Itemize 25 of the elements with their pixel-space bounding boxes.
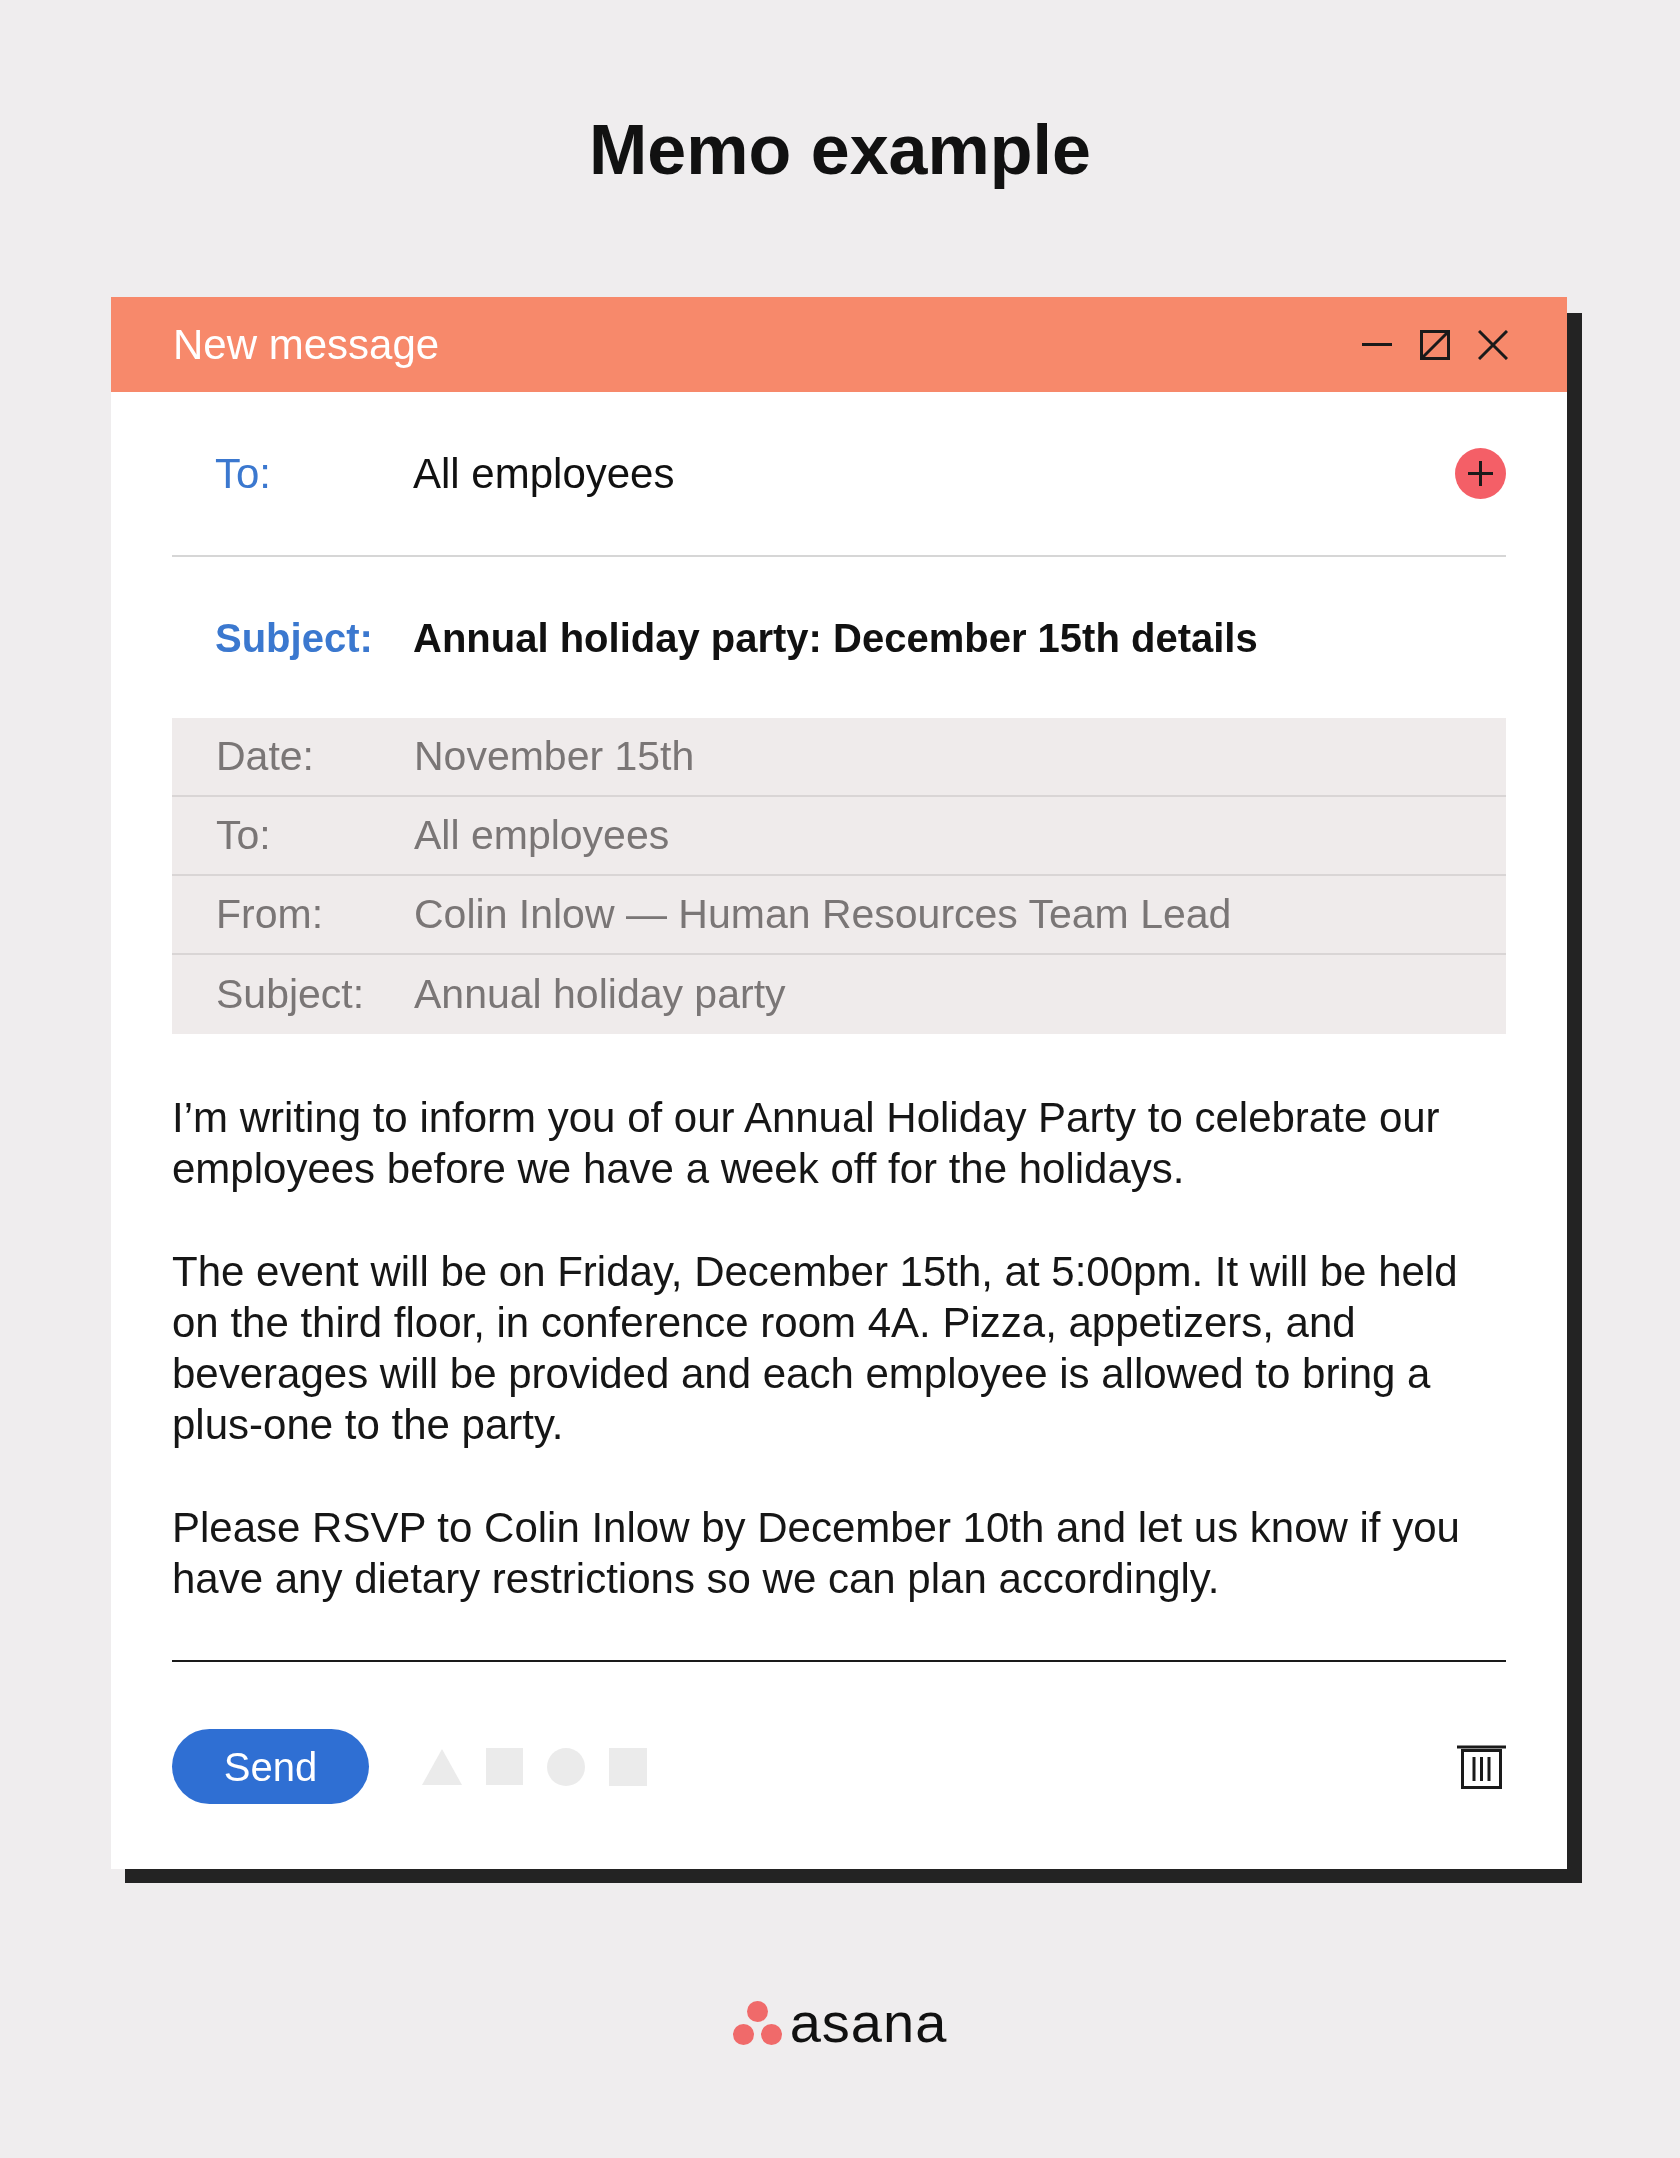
trash-icon[interactable] <box>1457 1744 1506 1789</box>
logo-icon <box>732 2001 782 2045</box>
window-title: New message <box>173 320 440 370</box>
add-recipient-icon[interactable] <box>1455 448 1506 499</box>
field-label: Subject: <box>215 614 374 662</box>
page-title: Memo example <box>589 110 1091 190</box>
send-button[interactable]: Send <box>172 1729 369 1804</box>
memo-label: To: <box>216 810 272 860</box>
memo-value: All employees <box>414 810 670 860</box>
logo-wordmark: asana <box>789 1993 948 2053</box>
body-paragraph: Please RSVP to Colin Inlow by December 10th and let us know if you have any dietary restrictions so we can plan accordingly. <box>172 1503 1461 1604</box>
subject-value[interactable]: Annual holiday party: December 15th details <box>413 607 1258 668</box>
field-label: To: <box>215 449 273 499</box>
maximize-icon[interactable] <box>1420 329 1450 360</box>
memo-label: Subject: <box>216 969 366 1019</box>
body-paragraph: The event will be on Friday, December 15th, at 5:00pm. It will be held on the third floor, in conference room 4A. Pizza, appetizers, and beverages will be provided and each employee is allowed to bring a plus-one to the party. <box>172 1247 1459 1450</box>
minimize-icon[interactable] <box>1362 343 1392 346</box>
memo-value: Annual holiday party <box>414 969 786 1019</box>
memo-label: Date: <box>216 731 315 781</box>
memo-label: From: <box>216 889 325 939</box>
memo-value: November 15th <box>414 731 695 781</box>
body-paragraph: I’m writing to inform you of our Annual Holiday Party to celebrate our employees before we have a week off for the holidays. <box>172 1093 1441 1194</box>
recipient-value[interactable]: All employees <box>413 442 675 505</box>
close-icon[interactable] <box>1478 329 1508 360</box>
memo-value: Colin Inlow — Human Resources Team Lead <box>414 889 1232 939</box>
